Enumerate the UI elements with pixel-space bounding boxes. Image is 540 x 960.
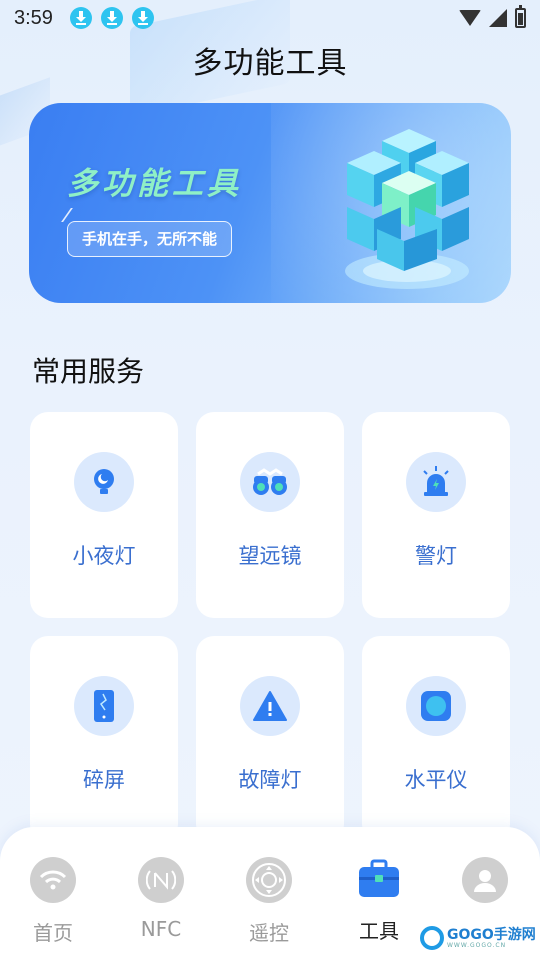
nav-item-home[interactable]: 首页 (13, 857, 93, 946)
watermark-subtext: WWW.GOGO.CN (447, 941, 507, 949)
promo-banner[interactable]: 多功能工具 手机在手，无所不能 (29, 103, 511, 303)
page-title: 多功能工具 (192, 46, 348, 81)
tool-card-warning-light[interactable]: 故障灯 (196, 636, 344, 842)
nav-item-profile[interactable] (445, 857, 525, 917)
nav-label: NFC (140, 917, 182, 941)
wifi-home-icon (30, 857, 76, 903)
remote-dpad-icon (246, 857, 292, 903)
nav-label: 工具 (359, 919, 399, 943)
binoculars-icon (240, 452, 300, 512)
section-title: 常用服务 (32, 355, 145, 388)
wifi-icon (459, 10, 481, 26)
battery-charging-icon (515, 5, 526, 28)
cube-stack-icon (345, 129, 469, 289)
user-icon (462, 857, 508, 903)
tool-label: 警灯 (415, 544, 457, 568)
level-icon (406, 676, 466, 736)
night-light-icon (74, 452, 134, 512)
tool-card-binoculars[interactable]: 望远镜 (196, 412, 344, 618)
warning-triangle-icon (240, 676, 300, 736)
tool-card-siren[interactable]: 警灯 (362, 412, 510, 618)
nav-item-remote[interactable]: 遥控 (229, 857, 309, 946)
banner-tagline: 手机在手，无所不能 (67, 221, 233, 257)
tool-label: 碎屏 (83, 768, 125, 792)
nav-item-nfc[interactable]: NFC (121, 857, 201, 941)
watermark-text: GOGO手游网 (447, 926, 536, 943)
watermark-logo: GOGO手游网 WWW.GOGO.CN (420, 918, 540, 958)
tool-label: 小夜灯 (72, 544, 136, 568)
signal-icon (489, 9, 507, 27)
status-time: 3:59 (14, 6, 53, 29)
watermark-icon (420, 926, 444, 950)
banner-title: 多功能工具 (67, 166, 242, 202)
nav-item-tools[interactable]: 工具 (339, 857, 419, 944)
tool-card-level[interactable]: 水平仪 (362, 636, 510, 842)
download-icon (69, 7, 92, 29)
nav-label: 首页 (33, 921, 73, 945)
tool-label: 故障灯 (238, 768, 302, 792)
nav-label: 遥控 (249, 921, 289, 945)
tool-card-night-light[interactable]: 小夜灯 (30, 412, 178, 618)
tool-label: 水平仪 (404, 768, 468, 792)
status-bar: 3:59 (0, 0, 540, 36)
tool-label: 望远镜 (238, 544, 302, 568)
download-icon (131, 7, 154, 29)
tool-card-cracked-screen[interactable]: 碎屏 (30, 636, 178, 842)
download-icon (100, 7, 123, 29)
nfc-icon (138, 857, 184, 903)
cracked-phone-icon (74, 676, 134, 736)
siren-icon (406, 452, 466, 512)
toolbox-icon (357, 857, 401, 901)
